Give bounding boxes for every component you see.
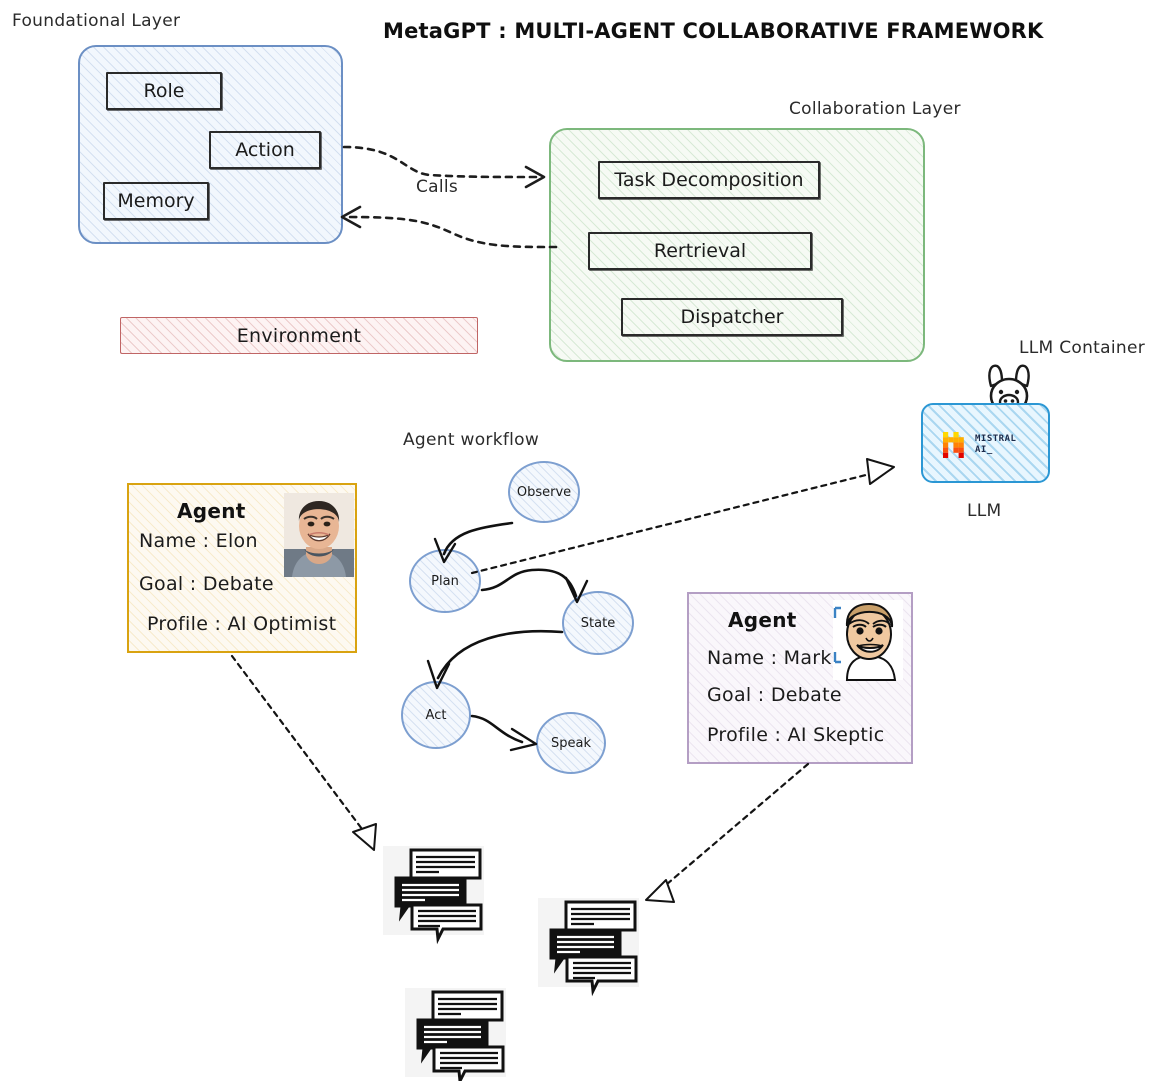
mistral-name-line2: AI_ <box>975 445 993 455</box>
agent-card-elon-profile: Profile : AI Optimist <box>147 613 337 635</box>
chat-icon-elon <box>383 846 484 945</box>
page-title: MetaGPT : MULTI-AGENT COLLABORATIVE FRAM… <box>383 19 1044 43</box>
agent-card-elon-name: Name : Elon <box>139 530 258 552</box>
agent-card-mark[interactable]: Agent Name : Mark Goal : Debate Profile … <box>687 592 913 764</box>
collaboration-layer-label: Collaboration Layer <box>789 99 961 119</box>
elon-to-chat-path <box>230 654 370 839</box>
calls-label: Calls <box>416 177 459 197</box>
llm-container-label: LLM Container <box>1019 338 1145 358</box>
foundational-layer-label: Foundational Layer <box>12 11 181 31</box>
arrow-state-to-act <box>436 629 564 680</box>
mistral-name-line1: MISTRAL <box>975 434 1017 444</box>
agent-card-elon-title: Agent <box>177 499 246 523</box>
box-role[interactable]: Role <box>106 72 222 110</box>
mark-to-chat-path <box>658 762 810 892</box>
elon-to-chat-head <box>352 823 377 851</box>
avatar-mark <box>833 600 903 681</box>
agent-card-elon-goal: Goal : Debate <box>139 573 274 595</box>
box-retrieval[interactable]: Rertrieval <box>588 232 812 270</box>
arrow-act-to-speak <box>470 714 524 744</box>
box-memory[interactable]: Memory <box>103 182 209 220</box>
agent-card-mark-profile: Profile : AI Skeptic <box>707 724 885 746</box>
calls-arrow-back-path <box>348 215 558 249</box>
plan-to-llm-head <box>866 458 895 485</box>
box-task-decomposition[interactable]: Task Decomposition <box>598 161 820 199</box>
plan-to-llm-path <box>470 469 884 575</box>
agent-workflow-label: Agent workflow <box>403 430 540 450</box>
agent-card-elon[interactable]: Agent Name : Elon Goal : Debate Profile … <box>127 483 357 653</box>
llm-container-box[interactable]: MISTRAL AI_ <box>921 403 1050 483</box>
calls-arrow-forward-path <box>342 145 538 179</box>
mistral-logo-group: MISTRAL AI_ <box>943 432 1016 458</box>
chat-icon-shared <box>405 988 506 1081</box>
llm-bottom-label: LLM <box>967 501 1002 521</box>
chat-icon-mark <box>538 898 639 997</box>
agent-card-mark-goal: Goal : Debate <box>707 684 842 706</box>
avatar-elon <box>284 493 354 577</box>
environment-box[interactable]: Environment <box>120 317 478 354</box>
elon-to-chat-arrow <box>230 654 377 851</box>
plan-to-llm-arrow <box>470 458 895 575</box>
box-dispatcher[interactable]: Dispatcher <box>621 298 843 336</box>
agent-card-mark-title: Agent <box>728 608 797 632</box>
agent-card-mark-name: Name : Mark <box>707 647 832 669</box>
mark-to-chat-arrow <box>645 762 810 903</box>
box-action[interactable]: Action <box>209 131 321 169</box>
mark-to-chat-head <box>645 879 675 903</box>
mistral-logo-icon <box>943 432 964 458</box>
